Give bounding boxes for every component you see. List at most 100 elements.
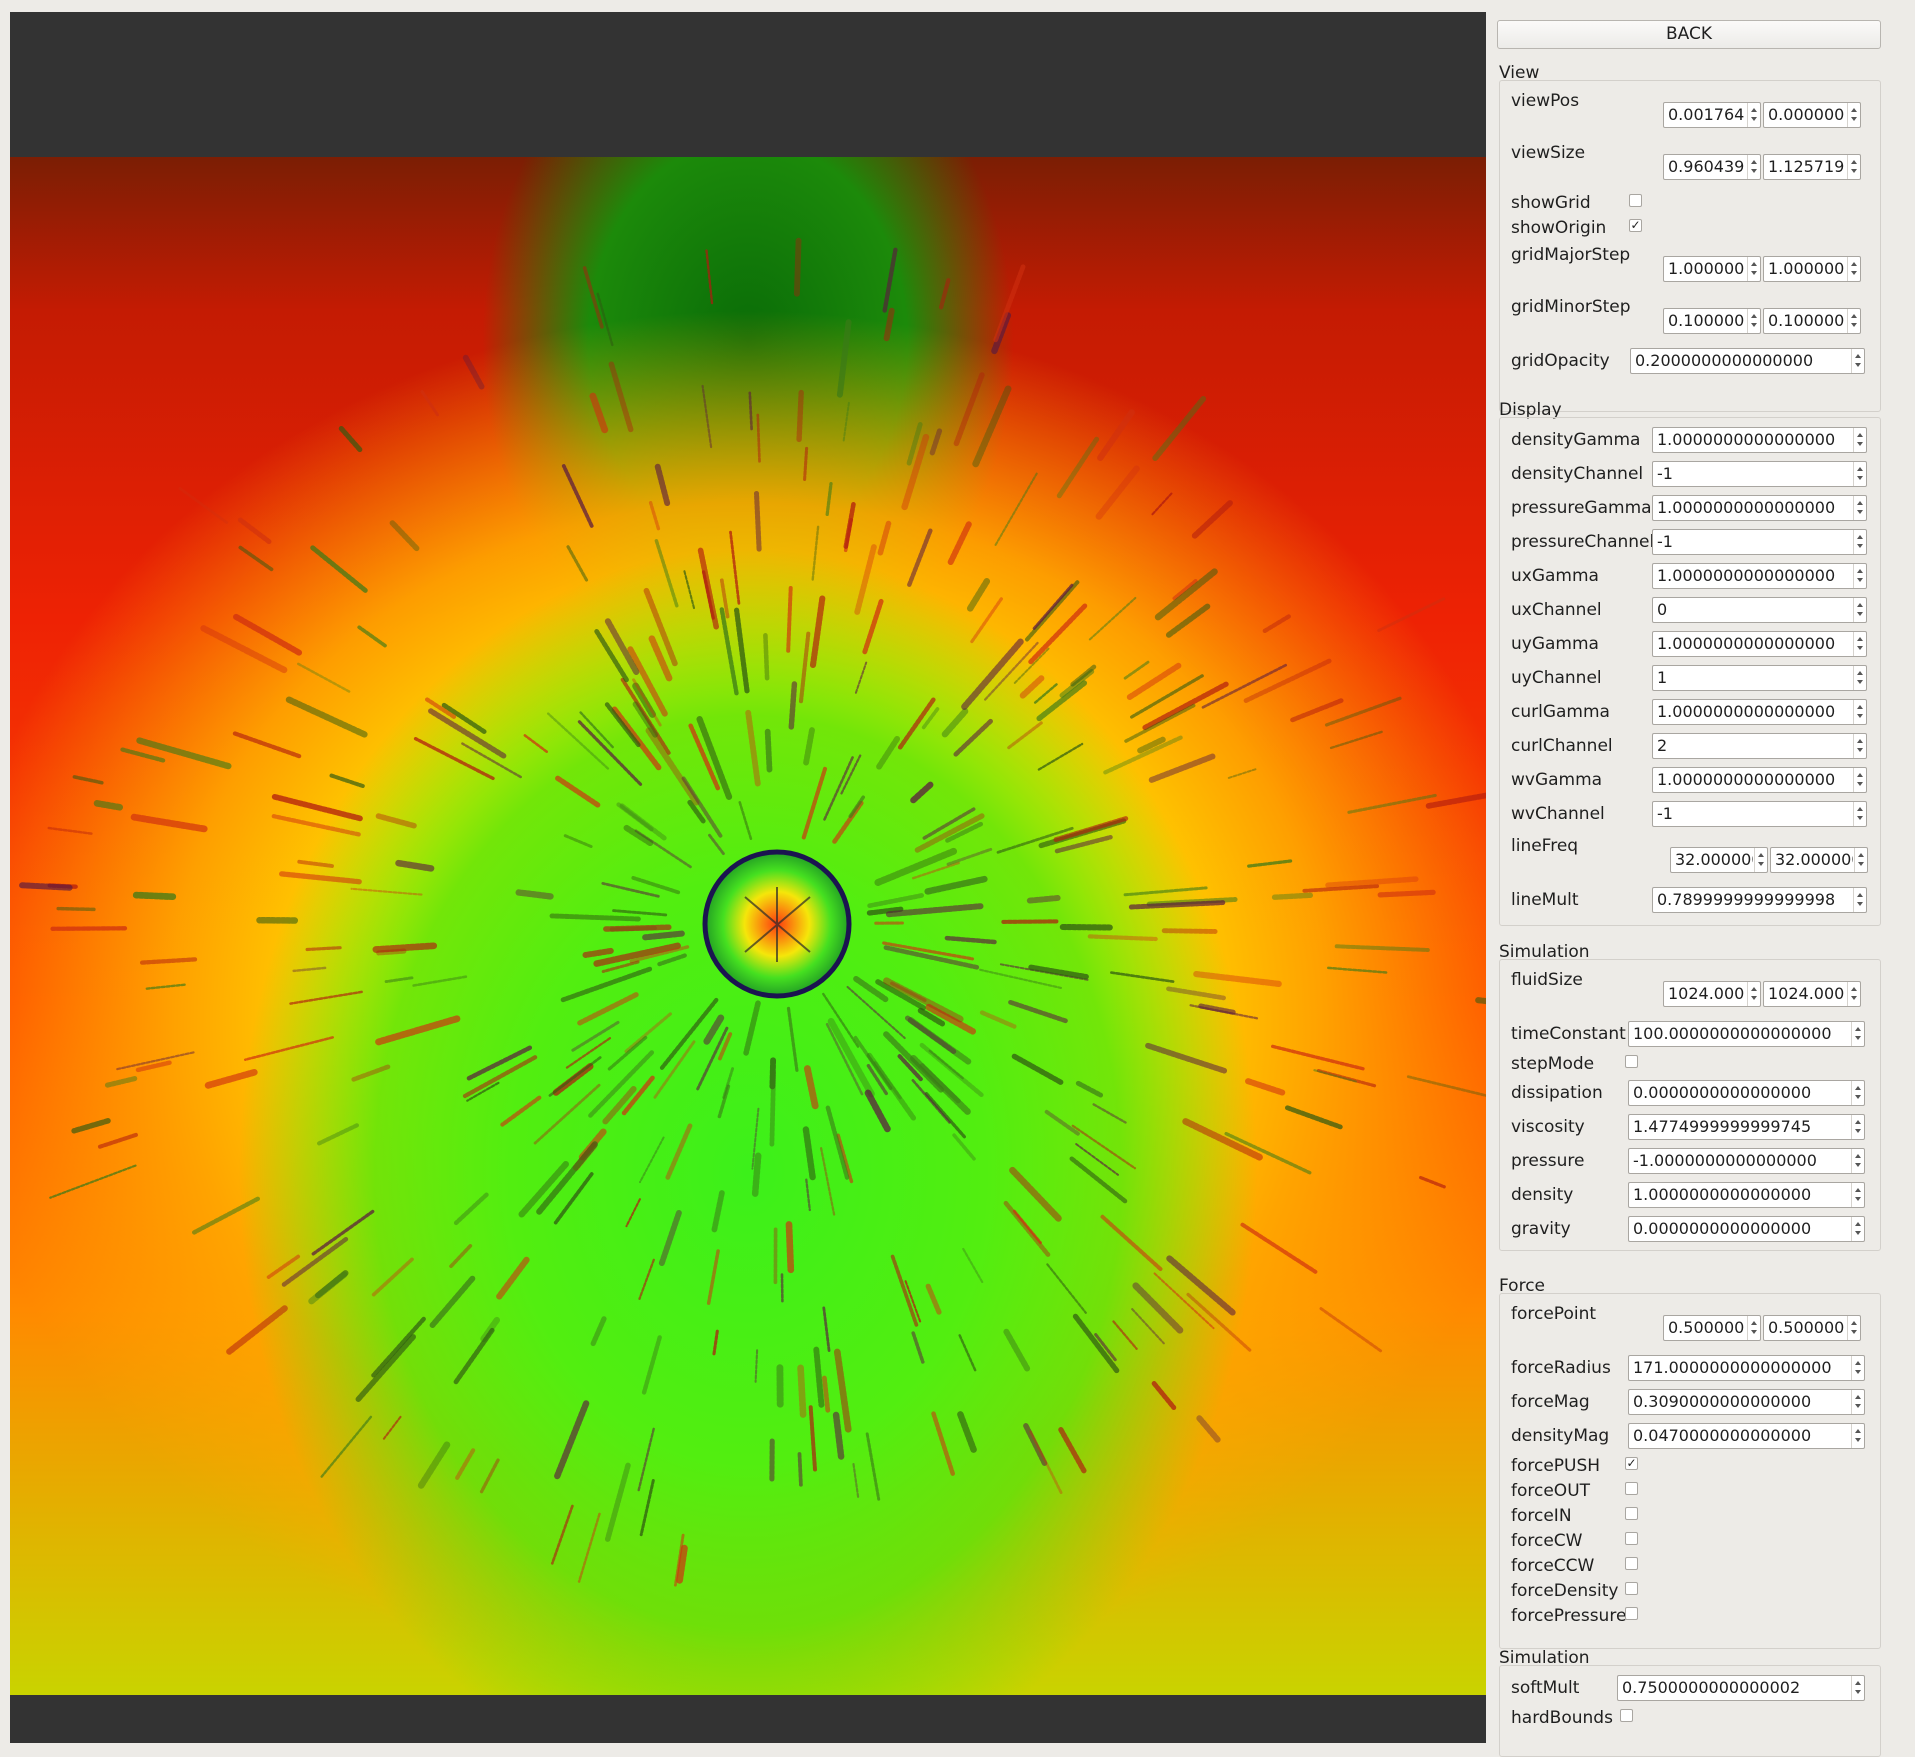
spin-arrows-icon[interactable]	[1853, 768, 1866, 792]
gridMinorStep-x-input-value[interactable]: 0.100000	[1668, 309, 1746, 333]
densityGamma-input[interactable]: 1.0000000000000000	[1652, 427, 1867, 453]
uyGamma-input[interactable]: 1.0000000000000000	[1652, 631, 1867, 657]
spin-arrows-icon[interactable]	[1847, 257, 1860, 281]
softMult-input[interactable]: 0.7500000000000002	[1617, 1675, 1865, 1701]
viewSize-y-input-value[interactable]: 1.125719	[1768, 155, 1846, 179]
spin-arrows-icon[interactable]	[1851, 1149, 1864, 1173]
gridMinorStep-x-input[interactable]: 0.100000	[1663, 308, 1761, 334]
gridMajorStep-y-input[interactable]: 1.000000	[1763, 256, 1861, 282]
spin-arrows-icon[interactable]	[1851, 1356, 1864, 1380]
showOrigin-checkbox[interactable]: ✓	[1629, 219, 1642, 232]
curlGamma-input-value[interactable]: 1.0000000000000000	[1657, 700, 1852, 724]
densityChannel-input-value[interactable]: -1	[1657, 462, 1852, 486]
hardBounds-checkbox[interactable]	[1620, 1709, 1633, 1722]
spin-arrows-icon[interactable]	[1853, 734, 1866, 758]
viewPos-y-input-value[interactable]: 0.000000	[1768, 103, 1846, 127]
forceMag-input-value[interactable]: 0.3090000000000000	[1633, 1390, 1850, 1414]
forceRadius-input[interactable]: 171.0000000000000000	[1628, 1355, 1865, 1381]
wvGamma-input[interactable]: 1.0000000000000000	[1652, 767, 1867, 793]
densityGamma-input-value[interactable]: 1.0000000000000000	[1657, 428, 1852, 452]
fluidSize-y-input-value[interactable]: 1024.000	[1768, 982, 1846, 1006]
forceCW-checkbox[interactable]	[1625, 1532, 1638, 1545]
uxGamma-input-value[interactable]: 1.0000000000000000	[1657, 564, 1852, 588]
viewPos-x-input[interactable]: 0.001764	[1663, 102, 1761, 128]
pressureChannel-input[interactable]: -1	[1652, 529, 1867, 555]
pressure-input-value[interactable]: -1.0000000000000000	[1633, 1149, 1850, 1173]
forcePUSH-checkbox[interactable]: ✓	[1625, 1457, 1638, 1470]
lineMult-input[interactable]: 0.7899999999999998	[1652, 887, 1867, 913]
lineFreq-y-input[interactable]: 32.000000	[1770, 847, 1868, 873]
forceRadius-input-value[interactable]: 171.0000000000000000	[1633, 1356, 1850, 1380]
gridOpacity-input[interactable]: 0.2000000000000000	[1630, 348, 1865, 374]
viewPos-x-input-value[interactable]: 0.001764	[1668, 103, 1746, 127]
fluidSize-x-input[interactable]: 1024.000	[1663, 981, 1761, 1007]
wvChannel-input-value[interactable]: -1	[1657, 802, 1852, 826]
uxChannel-input-value[interactable]: 0	[1657, 598, 1852, 622]
pressureGamma-input-value[interactable]: 1.0000000000000000	[1657, 496, 1852, 520]
wvGamma-input-value[interactable]: 1.0000000000000000	[1657, 768, 1852, 792]
viewSize-x-input-value[interactable]: 0.960439	[1668, 155, 1746, 179]
uxChannel-input[interactable]: 0	[1652, 597, 1867, 623]
viewPos-y-input[interactable]: 0.000000	[1763, 102, 1861, 128]
uyChannel-input-value[interactable]: 1	[1657, 666, 1852, 690]
forceDensity-checkbox[interactable]	[1625, 1582, 1638, 1595]
fluidSize-y-input[interactable]: 1024.000	[1763, 981, 1861, 1007]
viewSize-x-input[interactable]: 0.960439	[1663, 154, 1761, 180]
pressureChannel-input-value[interactable]: -1	[1657, 530, 1852, 554]
spin-arrows-icon[interactable]	[1747, 155, 1760, 179]
density-input-value[interactable]: 1.0000000000000000	[1633, 1183, 1850, 1207]
lineMult-input-value[interactable]: 0.7899999999999998	[1657, 888, 1852, 912]
fluid-viewport[interactable]	[10, 12, 1486, 1743]
spin-arrows-icon[interactable]	[1853, 564, 1866, 588]
spin-arrows-icon[interactable]	[1747, 103, 1760, 127]
spin-arrows-icon[interactable]	[1853, 462, 1866, 486]
forceCCW-checkbox[interactable]	[1625, 1557, 1638, 1570]
forceIN-checkbox[interactable]	[1625, 1507, 1638, 1520]
lineFreq-y-input-value[interactable]: 32.000000	[1775, 848, 1853, 872]
pressureGamma-input[interactable]: 1.0000000000000000	[1652, 495, 1867, 521]
spin-arrows-icon[interactable]	[1853, 888, 1866, 912]
spin-arrows-icon[interactable]	[1847, 982, 1860, 1006]
gravity-input[interactable]: 0.0000000000000000	[1628, 1216, 1865, 1242]
back-button[interactable]: BACK	[1497, 20, 1881, 49]
dissipation-input[interactable]: 0.0000000000000000	[1628, 1080, 1865, 1106]
gridMinorStep-y-input-value[interactable]: 0.100000	[1768, 309, 1846, 333]
density-input[interactable]: 1.0000000000000000	[1628, 1182, 1865, 1208]
spin-arrows-icon[interactable]	[1747, 982, 1760, 1006]
spin-arrows-icon[interactable]	[1851, 1676, 1864, 1700]
forceOUT-checkbox[interactable]	[1625, 1482, 1638, 1495]
spin-arrows-icon[interactable]	[1853, 598, 1866, 622]
forcePoint-x-input-value[interactable]: 0.500000	[1668, 1316, 1746, 1340]
spin-arrows-icon[interactable]	[1747, 257, 1760, 281]
spin-arrows-icon[interactable]	[1747, 1316, 1760, 1340]
viewSize-y-input[interactable]: 1.125719	[1763, 154, 1861, 180]
showGrid-checkbox[interactable]	[1629, 194, 1642, 207]
gridMajorStep-x-input[interactable]: 1.000000	[1663, 256, 1761, 282]
spin-arrows-icon[interactable]	[1851, 1217, 1864, 1241]
gridMajorStep-x-input-value[interactable]: 1.000000	[1668, 257, 1746, 281]
curlChannel-input-value[interactable]: 2	[1657, 734, 1852, 758]
forcePressure-checkbox[interactable]	[1625, 1607, 1638, 1620]
softMult-input-value[interactable]: 0.7500000000000002	[1622, 1676, 1850, 1700]
gravity-input-value[interactable]: 0.0000000000000000	[1633, 1217, 1850, 1241]
uyGamma-input-value[interactable]: 1.0000000000000000	[1657, 632, 1852, 656]
pressure-input[interactable]: -1.0000000000000000	[1628, 1148, 1865, 1174]
spin-arrows-icon[interactable]	[1851, 1183, 1864, 1207]
densityMag-input[interactable]: 0.0470000000000000	[1628, 1423, 1865, 1449]
densityMag-input-value[interactable]: 0.0470000000000000	[1633, 1424, 1850, 1448]
lineFreq-x-input[interactable]: 32.000000	[1670, 847, 1768, 873]
timeConstant-input[interactable]: 100.0000000000000000	[1628, 1021, 1865, 1047]
spin-arrows-icon[interactable]	[1747, 309, 1760, 333]
spin-arrows-icon[interactable]	[1847, 309, 1860, 333]
spin-arrows-icon[interactable]	[1851, 1424, 1864, 1448]
spin-arrows-icon[interactable]	[1847, 1316, 1860, 1340]
spin-arrows-icon[interactable]	[1851, 349, 1864, 373]
viscosity-input-value[interactable]: 1.4774999999999745	[1633, 1115, 1850, 1139]
spin-arrows-icon[interactable]	[1847, 103, 1860, 127]
lineFreq-x-input-value[interactable]: 32.000000	[1675, 848, 1753, 872]
timeConstant-input-value[interactable]: 100.0000000000000000	[1633, 1022, 1850, 1046]
spin-arrows-icon[interactable]	[1854, 848, 1867, 872]
stepMode-checkbox[interactable]	[1625, 1055, 1638, 1068]
gridMinorStep-y-input[interactable]: 0.100000	[1763, 308, 1861, 334]
spin-arrows-icon[interactable]	[1754, 848, 1767, 872]
